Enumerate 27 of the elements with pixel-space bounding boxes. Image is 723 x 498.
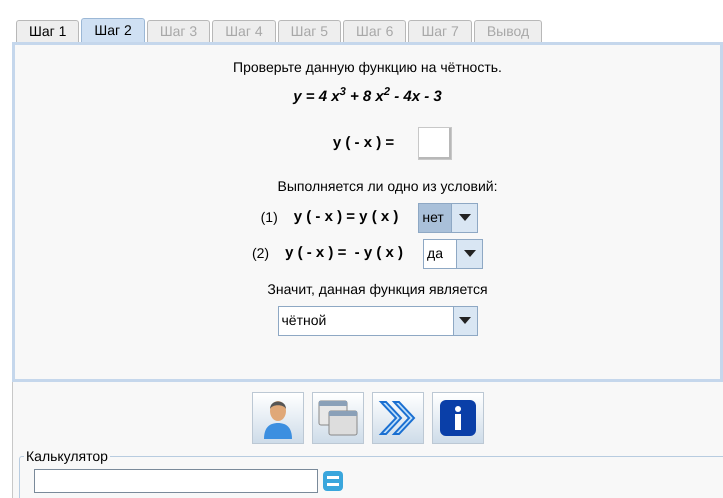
double-chevron-icon <box>378 399 418 437</box>
answer-dropdown[interactable]: нет <box>418 202 478 232</box>
caret-icon <box>464 250 476 257</box>
user-button[interactable] <box>252 392 304 444</box>
caret-icon <box>459 317 471 324</box>
condition-number: (2) <box>252 244 270 263</box>
answer-box[interactable] <box>418 126 452 160</box>
calculator-input[interactable] <box>34 469 318 493</box>
step-tab[interactable]: Шаг 2 <box>81 18 145 42</box>
instruction-text: Проверьте данную функцию на чётность. <box>233 58 502 77</box>
next-button[interactable] <box>372 392 424 444</box>
question-text: Выполняется ли одно из условий: <box>278 176 498 196</box>
answer-dropdown[interactable]: чётной <box>278 306 478 336</box>
formula-text: y ( - x ) = - y ( x ) <box>285 243 404 264</box>
caret-icon <box>458 214 471 221</box>
formula-text: y ( - x ) = <box>332 132 394 153</box>
condition-number: (1) <box>260 208 278 227</box>
info-button[interactable] <box>432 392 484 444</box>
step-tab[interactable]: Шаг 1 <box>16 20 80 42</box>
equals-icon[interactable] <box>322 470 344 492</box>
formula-text: y = 4 x$^{3}$ + 8 x$^{2}$ - 4x - 3 <box>293 86 442 107</box>
windows-icon <box>318 400 358 436</box>
conclusion-text: Значит, данная функция является <box>267 280 488 299</box>
windows-button[interactable] <box>312 392 364 444</box>
formula-text: y ( - x ) = y ( x ) <box>294 207 398 228</box>
answer-dropdown[interactable]: да <box>423 238 484 268</box>
info-icon <box>439 399 477 437</box>
